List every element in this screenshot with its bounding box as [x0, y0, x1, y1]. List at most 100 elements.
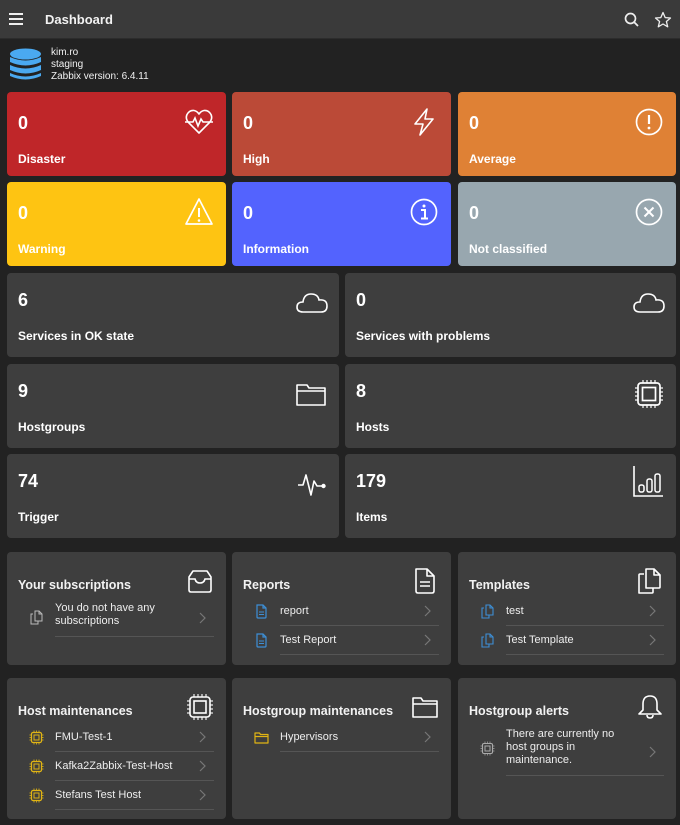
- folder-icon[interactable]: [411, 693, 439, 721]
- chip-icon: [29, 730, 44, 745]
- list-item-text: You do not have any subscriptions: [55, 602, 155, 627]
- stat-count: 0: [356, 290, 367, 310]
- list-item[interactable]: Kafka2Zabbix-Test-Host: [29, 752, 214, 781]
- warning-triangle-icon: [185, 198, 213, 225]
- server-name: kim.ro: [51, 47, 79, 58]
- severity-label: Information: [243, 242, 309, 256]
- stat-tile-trigger[interactable]: 74 Trigger: [7, 454, 339, 538]
- chip-icon: [635, 380, 663, 408]
- card-title: Hostgroup maintenances: [243, 704, 394, 718]
- server-version: Zabbix version: 6.4.11: [51, 71, 149, 82]
- stat-tile-services-ok[interactable]: 6 Services in OK state: [7, 273, 339, 357]
- heartbeat-icon: [185, 109, 213, 134]
- severity-count: 0: [18, 203, 29, 223]
- list-item[interactable]: Hypervisors: [254, 723, 439, 752]
- stat-label: Services in OK state: [18, 329, 135, 343]
- severity-count: 0: [243, 203, 254, 223]
- chevron-right-icon: [424, 731, 431, 743]
- stat-label: Hosts: [356, 420, 390, 434]
- severity-label: Disaster: [18, 152, 66, 166]
- list-item-text: Test Template: [506, 634, 574, 646]
- list-item-text: FMU-Test-1: [55, 731, 113, 743]
- copy-icon[interactable]: [636, 567, 664, 595]
- bell-icon[interactable]: [636, 693, 664, 721]
- chevron-right-icon: [199, 731, 206, 743]
- severity-tile-warning[interactable]: 0 Warning: [7, 182, 226, 266]
- stat-tile-services-problems[interactable]: 0 Services with problems: [345, 273, 676, 357]
- stat-label: Trigger: [18, 510, 59, 524]
- stat-tile-hosts[interactable]: 8 Hosts: [345, 364, 676, 448]
- card-title: Hostgroup alerts: [469, 704, 570, 718]
- list-item[interactable]: FMU-Test-1: [29, 723, 214, 752]
- list-item[interactable]: Stefans Test Host: [29, 781, 214, 810]
- database-icon: [10, 48, 41, 80]
- bar-chart-icon: [633, 466, 663, 497]
- chevron-right-icon: [199, 760, 206, 772]
- pulse-icon: [298, 474, 326, 496]
- severity-count: 0: [243, 113, 254, 133]
- chevron-right-icon: [424, 605, 431, 617]
- severity-tile-average[interactable]: 0 Average: [458, 92, 676, 176]
- list-item[interactable]: Test Report: [256, 626, 439, 655]
- server-info: kim.ro staging Zabbix version: 6.4.11: [0, 40, 680, 88]
- cloud-icon: [296, 293, 328, 313]
- copy-icon: [481, 633, 494, 648]
- severity-tile-disaster[interactable]: 0 Disaster: [7, 92, 226, 176]
- card-hostgroup-alerts: Hostgroup alerts There are currently no …: [458, 678, 676, 819]
- card-title: Your subscriptions: [18, 578, 131, 592]
- folder-icon: [254, 732, 269, 744]
- chip-icon: [29, 788, 44, 803]
- chevron-right-icon: [424, 634, 431, 646]
- list-item-text: Stefans Test Host: [55, 789, 142, 801]
- card-title: Templates: [469, 578, 530, 592]
- card-reports: Reports report Test Report: [232, 552, 451, 665]
- list-item-text: Kafka2Zabbix-Test-Host: [55, 760, 173, 772]
- document-icon[interactable]: [411, 567, 439, 595]
- hamburger-icon[interactable]: [9, 13, 23, 25]
- severity-label: Average: [469, 152, 516, 166]
- list-item[interactable]: report: [256, 597, 439, 626]
- severity-label: High: [243, 152, 270, 166]
- severity-tile-not-classified[interactable]: 0 Not classified: [458, 182, 676, 266]
- severity-label: Warning: [18, 242, 66, 256]
- inbox-icon[interactable]: [186, 567, 214, 595]
- severity-tile-high[interactable]: 0 High: [232, 92, 451, 176]
- list-item[interactable]: There are currently no host groups in ma…: [480, 728, 664, 776]
- stat-tile-items[interactable]: 179 Items: [345, 454, 676, 538]
- severity-count: 0: [469, 203, 480, 223]
- chevron-right-icon: [649, 605, 656, 617]
- document-icon: [256, 604, 267, 619]
- stat-label: Hostgroups: [18, 420, 86, 434]
- list-item[interactable]: You do not have any subscriptions: [30, 600, 214, 637]
- chevron-right-icon: [649, 634, 656, 646]
- severity-count: 0: [469, 113, 480, 133]
- server-environment: staging: [51, 59, 84, 70]
- copy-icon: [30, 610, 43, 625]
- card-host-maintenances: Host maintenances FMU-Test-1 Kafka2Zabbi…: [7, 678, 226, 819]
- chevron-right-icon: [199, 612, 206, 624]
- severity-tile-information[interactable]: 0 Information: [232, 182, 451, 266]
- stat-count: 74: [18, 471, 39, 491]
- list-item-text: Hypervisors: [280, 731, 339, 743]
- stat-label: Items: [356, 510, 388, 524]
- list-item[interactable]: test: [481, 597, 664, 626]
- exclamation-circle-icon: [635, 108, 663, 136]
- list-item-text: There are currently no host groups in ma…: [506, 728, 615, 766]
- chevron-right-icon: [199, 789, 206, 801]
- cloud-icon: [633, 293, 665, 313]
- x-circle-icon: [635, 198, 663, 226]
- card-subscriptions: Your subscriptions You do not have any s…: [7, 552, 226, 665]
- chevron-right-icon: [649, 746, 656, 757]
- stat-count: 179: [356, 471, 387, 491]
- chip-icon[interactable]: [186, 693, 214, 721]
- list-item-text: Test Report: [280, 634, 337, 646]
- copy-icon: [481, 604, 494, 619]
- stat-count: 6: [18, 290, 29, 310]
- list-item[interactable]: Test Template: [481, 626, 664, 655]
- star-icon[interactable]: [654, 11, 672, 29]
- top-app-bar: Dashboard: [0, 0, 680, 39]
- stat-tile-hostgroups[interactable]: 9 Hostgroups: [7, 364, 339, 448]
- search-icon[interactable]: [623, 11, 641, 29]
- lightning-icon: [414, 108, 434, 136]
- info-circle-icon: [410, 198, 438, 226]
